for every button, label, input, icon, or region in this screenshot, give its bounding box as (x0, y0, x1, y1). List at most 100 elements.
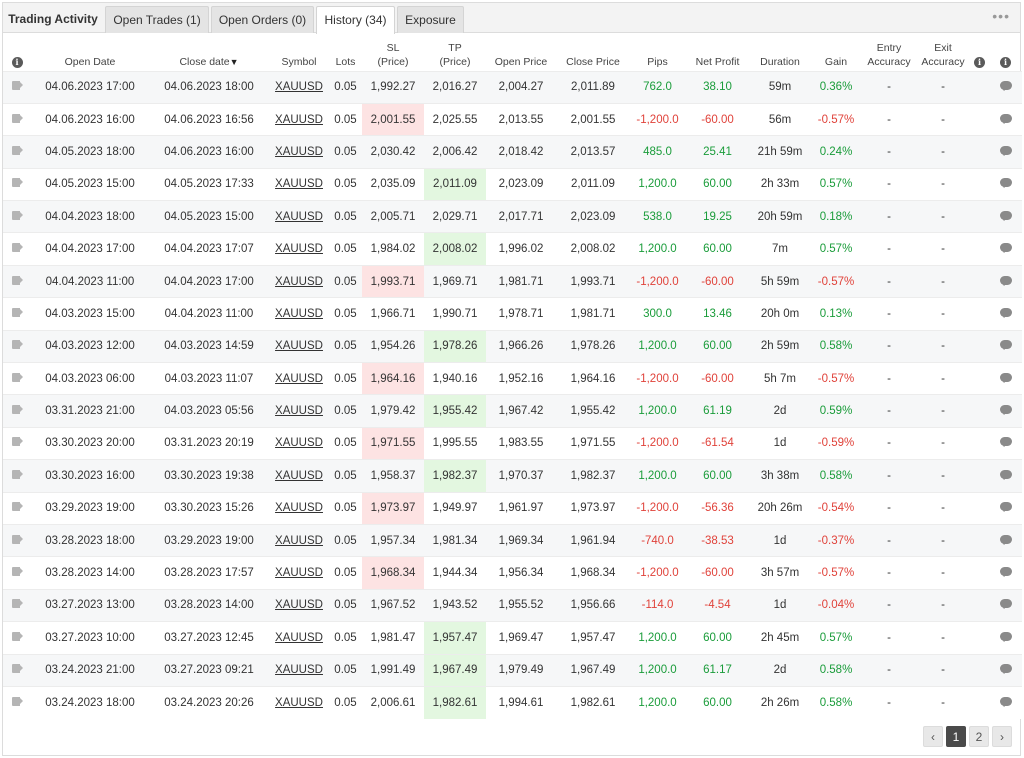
info-header[interactable]: i (3, 36, 31, 71)
col-exit-accuracy[interactable]: Exit Accuracy (916, 36, 970, 71)
table-row[interactable]: 04.03.2023 12:00 04.03.2023 14:59 XAUUSD 0.… (3, 329, 1022, 363)
table-row[interactable]: 04.05.2023 18:00 04.06.2023 16:00 XAUUSD 0.… (3, 135, 1022, 169)
comment-cell[interactable] (989, 200, 1022, 233)
page-1-button[interactable]: 1 (946, 726, 966, 747)
table-row[interactable]: 03.28.2023 18:00 03.29.2023 19:00 XAUUSD 0.… (3, 523, 1022, 557)
comment-cell[interactable] (989, 362, 1022, 395)
comment-icon[interactable] (999, 81, 1012, 92)
page-2-button[interactable]: 2 (969, 726, 989, 747)
table-row[interactable]: 04.05.2023 15:00 04.05.2023 17:33 XAUUSD 0.… (3, 167, 1022, 201)
comment-icon[interactable] (999, 340, 1012, 351)
symbol-link[interactable]: XAUUSD (269, 329, 329, 363)
symbol-link[interactable]: XAUUSD (269, 70, 329, 104)
table-row[interactable]: 03.24.2023 21:00 03.27.2023 09:21 XAUUSD 0.… (3, 653, 1022, 687)
comment-cell[interactable] (989, 167, 1022, 201)
comment-icon[interactable] (999, 243, 1012, 254)
col-symbol[interactable]: Symbol (269, 36, 329, 71)
comment-cell[interactable] (989, 491, 1022, 525)
comment-icon[interactable] (999, 534, 1012, 545)
comment-cell[interactable] (989, 459, 1022, 493)
col-sl[interactable]: SL (Price) (362, 36, 424, 71)
table-row[interactable]: 03.29.2023 19:00 03.30.2023 15:26 XAUUSD 0.… (3, 491, 1022, 525)
symbol-link[interactable]: XAUUSD (269, 556, 329, 590)
comment-icon[interactable] (999, 113, 1012, 124)
symbol-link[interactable]: XAUUSD (269, 459, 329, 493)
col-pips[interactable]: Pips (630, 36, 685, 71)
comment-icon[interactable] (999, 437, 1012, 448)
next-page-button[interactable]: › (992, 726, 1012, 747)
symbol-link[interactable]: XAUUSD (269, 102, 329, 136)
comment-cell[interactable] (989, 394, 1022, 428)
symbol-link[interactable]: XAUUSD (269, 653, 329, 687)
symbol-link[interactable]: XAUUSD (269, 491, 329, 525)
col-open-date[interactable]: Open Date (31, 36, 149, 71)
tab-exposure[interactable]: Exposure (397, 6, 464, 33)
comment-icon[interactable] (999, 275, 1012, 286)
col-open-price[interactable]: Open Price (486, 36, 556, 71)
comment-cell[interactable] (989, 135, 1022, 169)
table-row[interactable]: 03.28.2023 14:00 03.28.2023 17:57 XAUUSD 0.… (3, 556, 1022, 590)
table-row[interactable]: 03.27.2023 13:00 03.28.2023 14:00 XAUUSD 0.… (3, 588, 1022, 622)
col-entry-accuracy[interactable]: Entry Accuracy (862, 36, 916, 71)
comment-icon[interactable] (999, 567, 1012, 578)
comment-icon[interactable] (999, 178, 1012, 189)
table-row[interactable]: 04.04.2023 18:00 04.05.2023 15:00 XAUUSD 0.… (3, 200, 1022, 233)
comment-icon[interactable] (999, 307, 1012, 318)
comment-cell[interactable] (989, 588, 1022, 622)
comment-icon[interactable] (999, 210, 1012, 221)
comment-icon[interactable] (999, 502, 1012, 513)
tab-open-trades[interactable]: Open Trades (1) (105, 6, 209, 33)
col-close-price[interactable]: Close Price (556, 36, 630, 71)
col-net-profit[interactable]: Net Profit (685, 36, 750, 71)
comment-cell[interactable] (989, 653, 1022, 687)
comment-cell[interactable] (989, 426, 1022, 460)
symbol-link[interactable]: XAUUSD (269, 362, 329, 395)
comment-icon[interactable] (999, 145, 1012, 156)
comment-cell[interactable] (989, 297, 1022, 331)
col-lots[interactable]: Lots (329, 36, 362, 71)
comment-cell[interactable] (989, 70, 1022, 104)
comment-info-header[interactable]: i (989, 36, 1022, 71)
symbol-link[interactable]: XAUUSD (269, 135, 329, 169)
info-icon[interactable]: i (1000, 56, 1011, 68)
more-options-icon[interactable]: ••• (992, 8, 1010, 24)
symbol-link[interactable]: XAUUSD (269, 232, 329, 266)
table-row[interactable]: 04.04.2023 17:00 04.04.2023 17:07 XAUUSD 0.… (3, 232, 1022, 266)
comment-cell[interactable] (989, 264, 1022, 298)
comment-icon[interactable] (999, 664, 1012, 675)
table-row[interactable]: 03.24.2023 18:00 03.24.2023 20:26 XAUUSD 0.… (3, 685, 1022, 719)
comment-icon[interactable] (999, 599, 1012, 610)
col-close-date[interactable]: Close date▼ (149, 36, 269, 71)
symbol-link[interactable]: XAUUSD (269, 426, 329, 460)
table-row[interactable]: 03.27.2023 10:00 03.27.2023 12:45 XAUUSD 0.… (3, 621, 1022, 655)
comment-icon[interactable] (999, 372, 1012, 383)
symbol-link[interactable]: XAUUSD (269, 264, 329, 298)
table-row[interactable]: 03.30.2023 16:00 03.30.2023 19:38 XAUUSD 0.… (3, 459, 1022, 493)
tab-history[interactable]: History (34) (316, 6, 395, 34)
comment-icon[interactable] (999, 405, 1012, 416)
symbol-link[interactable]: XAUUSD (269, 588, 329, 622)
prev-page-button[interactable]: ‹ (923, 726, 943, 747)
comment-icon[interactable] (999, 469, 1012, 480)
comment-cell[interactable] (989, 102, 1022, 136)
comment-cell[interactable] (989, 621, 1022, 655)
table-row[interactable]: 04.03.2023 15:00 04.04.2023 11:00 XAUUSD 0.… (3, 297, 1022, 331)
comment-icon[interactable] (999, 696, 1012, 707)
symbol-link[interactable]: XAUUSD (269, 685, 329, 719)
table-row[interactable]: 04.03.2023 06:00 04.03.2023 11:07 XAUUSD 0.… (3, 362, 1022, 395)
symbol-link[interactable]: XAUUSD (269, 297, 329, 331)
symbol-link[interactable]: XAUUSD (269, 200, 329, 233)
comment-cell[interactable] (989, 685, 1022, 719)
tab-open-orders[interactable]: Open Orders (0) (211, 6, 314, 33)
comment-cell[interactable] (989, 523, 1022, 557)
info-icon[interactable]: i (974, 56, 985, 68)
table-row[interactable]: 04.06.2023 16:00 04.06.2023 16:56 XAUUSD 0.… (3, 102, 1022, 136)
table-row[interactable]: 04.04.2023 11:00 04.04.2023 17:00 XAUUSD 0.… (3, 264, 1022, 298)
accuracy-info-header[interactable]: i (970, 36, 989, 71)
comment-cell[interactable] (989, 232, 1022, 266)
info-icon[interactable]: i (11, 56, 23, 68)
comment-cell[interactable] (989, 556, 1022, 590)
symbol-link[interactable]: XAUUSD (269, 621, 329, 655)
col-tp[interactable]: TP (Price) (424, 36, 486, 71)
symbol-link[interactable]: XAUUSD (269, 523, 329, 557)
